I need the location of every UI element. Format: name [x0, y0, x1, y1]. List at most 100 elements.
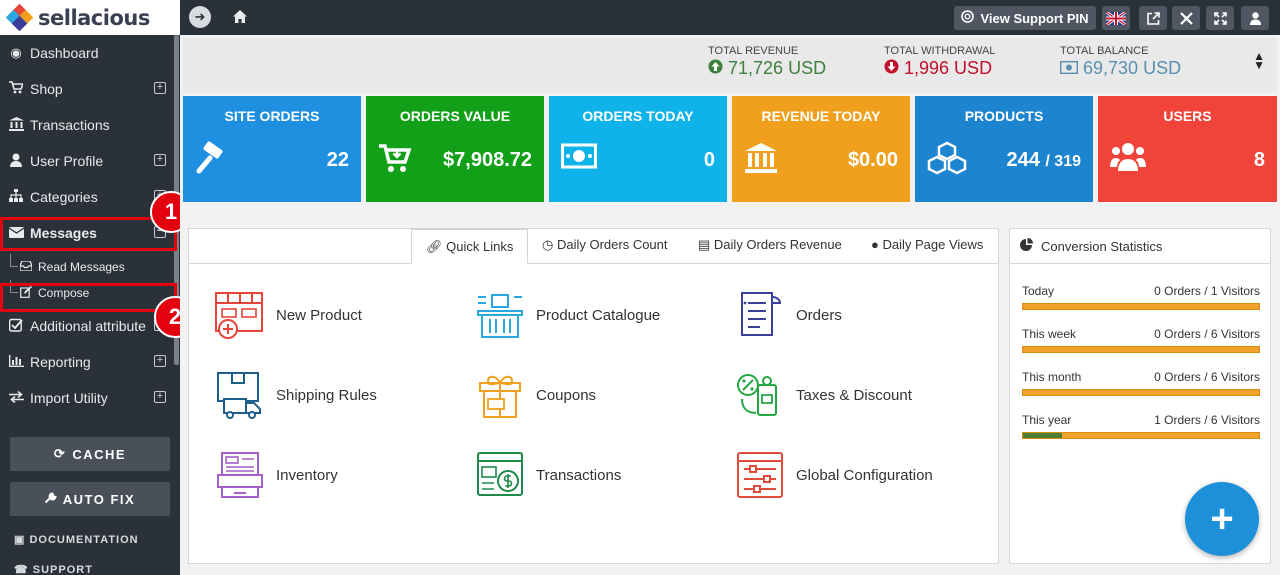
tools-icon [1179, 11, 1193, 25]
sidebar-item-label: User Profile [30, 153, 104, 169]
tile-users[interactable]: USERS 8 [1098, 96, 1277, 202]
cache-button-label: CACHE [72, 446, 127, 462]
conversion-statistics-header: Conversion Statistics [1010, 229, 1270, 264]
quick-link-shipping-rules[interactable]: Shipping Rules [214, 369, 377, 421]
sidebar-item-shop[interactable]: Shop + [0, 71, 180, 107]
globe-icon: ● [871, 237, 879, 252]
home-icon[interactable] [233, 10, 247, 28]
sidebar: sellacious ◉ Dashboard Shop + Transactio… [0, 0, 180, 575]
tab-label: Daily Orders Count [556, 237, 668, 252]
sidebar-item-dashboard[interactable]: ◉ Dashboard [0, 35, 180, 71]
dashboard-icon: ◉ [10, 45, 22, 60]
totals-bar: TOTAL REVENUE 71,726 USD TOTAL WITHDRAWA… [183, 38, 1277, 93]
sidebar-item-transactions[interactable]: Transactions [0, 107, 180, 143]
taxes-discount-icon [737, 374, 777, 416]
product-catalogue-icon [477, 294, 523, 338]
tile-title: USERS [1163, 108, 1212, 124]
quick-link-transactions[interactable]: Transactions [474, 449, 621, 501]
conversion-row-value: 0 Orders / 6 Visitors [1154, 327, 1260, 341]
quick-link-label: Transactions [536, 466, 622, 484]
expand-icon[interactable]: + [154, 154, 166, 166]
documentation-link-label: DOCUMENTATION [29, 534, 139, 546]
fullscreen-button[interactable] [1206, 6, 1234, 30]
sort-toggle-icon[interactable]: ▲ ▼ [1253, 50, 1265, 71]
sidebar-item-additional-attribute[interactable]: Additional attribute + [0, 308, 180, 344]
view-support-pin-button[interactable]: View Support PIN [954, 6, 1096, 30]
transactions-icon [477, 452, 523, 496]
tab-daily-page-views[interactable]: ● Daily Page Views [871, 237, 983, 252]
cache-button[interactable]: ⟳ CACHE [10, 437, 170, 471]
tile-orders-value[interactable]: ORDERS VALUE $7,908.72 [366, 96, 544, 202]
quick-link-global-configuration[interactable]: Global Configuration [734, 449, 933, 501]
tools-button[interactable] [1172, 6, 1200, 30]
sidebar-item-user-profile[interactable]: User Profile + [0, 143, 180, 179]
tile-site-orders[interactable]: SITE ORDERS 22 [183, 96, 361, 202]
quick-link-inventory[interactable]: Inventory [214, 449, 338, 501]
support-link-label: SUPPORT [32, 564, 93, 575]
user-menu-button[interactable] [1241, 6, 1269, 30]
check-square-icon [7, 318, 25, 335]
book-icon: ▣ [14, 534, 26, 546]
quick-links-panel: 🔗︎ Quick Links ◷ Daily Orders Count ▤ Da… [188, 228, 999, 564]
sitemap-icon [7, 189, 25, 205]
total-withdrawal-value: 1,996 USD [904, 58, 993, 78]
quick-link-coupons[interactable]: Coupons [474, 369, 596, 421]
quick-links-tabs: 🔗︎ Quick Links ◷ Daily Orders Count ▤ Da… [189, 229, 998, 264]
bar-chart-icon [7, 354, 25, 370]
quick-link-taxes-discount[interactable]: Taxes & Discount [734, 369, 912, 421]
quick-link-label: Orders [796, 306, 842, 324]
expand-icon[interactable]: + [154, 355, 166, 367]
quick-link-orders[interactable]: Orders [734, 289, 842, 341]
back-arrow-icon[interactable]: ➜ [189, 6, 211, 28]
money-icon [1059, 58, 1083, 78]
documentation-link[interactable]: ▣ DOCUMENTATION [14, 533, 139, 546]
tab-daily-orders-count[interactable]: ◷ Daily Orders Count [542, 237, 668, 253]
link-icon: 🔗︎ [426, 239, 443, 254]
conversion-row-value: 0 Orders / 6 Visitors [1154, 370, 1260, 384]
exchange-icon [7, 390, 25, 406]
coupons-icon [479, 375, 521, 418]
bank-icon [744, 141, 778, 175]
logo-mark-icon [5, 3, 34, 31]
language-flag-button[interactable] [1102, 6, 1130, 30]
add-fab-button[interactable]: + [1185, 482, 1259, 556]
tile-orders-today[interactable]: ORDERS TODAY 0 [549, 96, 727, 202]
tab-quick-links[interactable]: 🔗︎ Quick Links [411, 229, 529, 264]
tile-products[interactable]: PRODUCTS 244 / 319 [915, 96, 1093, 202]
logo[interactable]: sellacious [0, 0, 180, 35]
expand-icon[interactable]: + [154, 82, 166, 94]
auto-fix-button-label: AUTO FIX [62, 491, 136, 507]
expand-icon[interactable]: + [154, 391, 166, 403]
total-withdrawal: TOTAL WITHDRAWAL 1,996 USD [884, 45, 995, 79]
quick-link-label: New Product [276, 306, 362, 324]
total-withdrawal-value-row: 1,996 USD [884, 58, 995, 79]
total-revenue: TOTAL REVENUE 71,726 USD [708, 45, 826, 79]
sidebar-subitem-label: Read Messages [38, 260, 125, 274]
auto-fix-button[interactable]: AUTO FIX [10, 482, 170, 516]
sidebar-item-label: Import Utility [30, 390, 108, 406]
inventory-icon [217, 452, 263, 498]
sidebar-subitem-read-messages[interactable]: Read Messages [0, 254, 180, 280]
total-balance-label: TOTAL BALANCE [1060, 45, 1149, 57]
sidebar-item-label: Shop [30, 81, 63, 97]
tab-label: Daily Orders Revenue [713, 237, 842, 252]
tab-daily-orders-revenue[interactable]: ▤ Daily Orders Revenue [698, 237, 842, 253]
quick-link-product-catalogue[interactable]: Product Catalogue [474, 289, 660, 341]
tile-title: REVENUE TODAY [761, 108, 881, 124]
inbox-icon [19, 259, 33, 274]
support-link[interactable]: ☎ SUPPORT [14, 563, 93, 575]
total-revenue-label: TOTAL REVENUE [708, 45, 799, 57]
sidebar-item-reporting[interactable]: Reporting + [0, 344, 180, 380]
conversion-row-value: 0 Orders / 1 Visitors [1154, 284, 1260, 298]
external-link-button[interactable] [1139, 6, 1167, 30]
conversion-row-this-week: This week 0 Orders / 6 Visitors [1022, 327, 1260, 353]
quick-link-new-product[interactable]: New Product [214, 289, 362, 341]
sidebar-item-import-utility[interactable]: Import Utility + [0, 380, 180, 416]
total-balance: TOTAL BALANCE 69,730 USD [1059, 45, 1181, 79]
callout-box-messages [0, 217, 177, 251]
refresh-icon: ⟳ [53, 446, 67, 461]
fullscreen-icon [1213, 11, 1227, 25]
total-revenue-value-row: 71,726 USD [708, 58, 826, 79]
tile-revenue-today[interactable]: REVENUE TODAY $0.00 [732, 96, 910, 202]
arrow-up-circle-icon [708, 58, 728, 78]
